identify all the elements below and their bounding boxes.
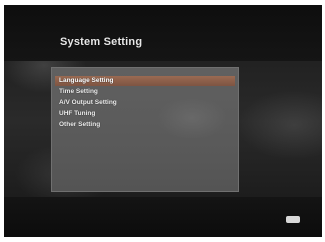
page-title: System Setting (60, 36, 143, 48)
menu-item-time-setting[interactable]: Time Setting (55, 87, 235, 97)
header-band (4, 5, 322, 61)
ok-button-icon (286, 216, 300, 223)
menu-panel: Language Setting Time Setting A/V Output… (51, 67, 239, 192)
menu-item-uhf-tuning[interactable]: UHF Tuning (55, 109, 235, 119)
menu-item-other-setting[interactable]: Other Setting (55, 120, 235, 130)
footer-band (4, 197, 322, 237)
menu-item-language-setting[interactable]: Language Setting (55, 76, 235, 86)
tv-osd-screen: System Setting Language Setting Time Set… (4, 5, 322, 237)
menu-item-av-output-setting[interactable]: A/V Output Setting (55, 98, 235, 108)
